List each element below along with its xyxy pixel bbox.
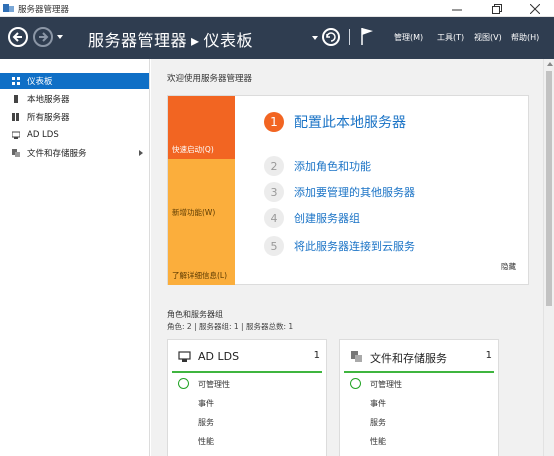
card-row-events[interactable]: 事件: [198, 398, 214, 409]
chevron-right-icon[interactable]: [139, 150, 143, 156]
dashboard-icon: [12, 77, 20, 85]
card-row-manageability[interactable]: 可管理性: [198, 379, 230, 390]
app-header: 服务器管理器 ▸ 仪表板 管理(M) 工具(T) 视图(V) 帮助(H): [0, 17, 554, 59]
sidebar-item-file-storage[interactable]: 文件和存储服务: [0, 145, 149, 161]
header-divider: [349, 29, 350, 45]
ad-lds-icon: [178, 351, 191, 362]
roles-section-title: 角色和服务器组: [167, 310, 223, 319]
status-bar: [172, 371, 322, 373]
menu-help[interactable]: 帮助(H): [511, 32, 539, 43]
card-count: 1: [485, 350, 492, 361]
sidebar-item-ad-lds[interactable]: AD LDS: [0, 127, 149, 143]
window-titlebar: 服务器管理器: [0, 0, 554, 17]
server-icon: [14, 95, 18, 103]
ok-status-icon: [178, 378, 189, 389]
close-icon: [530, 3, 540, 14]
tile-quick-start[interactable]: 快速启动(Q): [168, 96, 235, 159]
arrow-right-icon: [39, 32, 49, 42]
storage-icon: [351, 351, 362, 362]
role-card-ad-lds[interactable]: AD LDS 1 可管理性 事件 服务 性能: [167, 339, 327, 456]
welcome-panel: 快速启动(Q) 新增功能(W) 了解详细信息(L) 1 配置此本地服务器 2 添…: [167, 95, 529, 285]
step-connect-cloud[interactable]: 5 将此服务器连接到云服务: [264, 236, 415, 256]
scrollbar-thumb[interactable]: [546, 71, 552, 306]
card-row-performance[interactable]: 性能: [370, 436, 386, 447]
card-title: AD LDS: [198, 350, 240, 363]
minimize-button[interactable]: [438, 0, 476, 17]
servers-icon: [12, 113, 19, 121]
card-row-manageability[interactable]: 可管理性: [370, 379, 402, 390]
ad-lds-icon: [12, 131, 20, 139]
card-row-services[interactable]: 服务: [370, 417, 386, 428]
ok-status-icon: [350, 378, 361, 389]
breadcrumb-root[interactable]: 服务器管理器: [88, 31, 187, 50]
role-card-file-storage[interactable]: 文件和存储服务 1 可管理性 事件 服务 性能: [339, 339, 499, 456]
refresh-dropdown-icon[interactable]: [312, 36, 318, 40]
step-number: 5: [264, 236, 284, 256]
sidebar-item-local-server[interactable]: 本地服务器: [0, 91, 149, 107]
restore-icon: [492, 3, 502, 14]
forward-button[interactable]: [33, 27, 53, 47]
sidebar-item-label: 本地服务器: [27, 95, 70, 105]
menu-manage[interactable]: 管理(M): [394, 32, 423, 43]
refresh-button[interactable]: [322, 28, 340, 46]
tile-whats-new[interactable]: 新增功能(W): [168, 159, 235, 222]
nav-history-dropdown-icon[interactable]: [57, 35, 63, 39]
tile-label: 了解详细信息(L): [172, 271, 228, 280]
step-number: 1: [264, 112, 284, 132]
server-manager-app-icon: [3, 4, 14, 12]
close-button[interactable]: [516, 0, 554, 17]
sidebar-item-label: AD LDS: [27, 130, 59, 140]
card-row-services[interactable]: 服务: [198, 417, 214, 428]
step-link[interactable]: 添加要管理的其他服务器: [294, 184, 415, 200]
breadcrumb: 服务器管理器 ▸ 仪表板: [88, 27, 253, 51]
tile-learn-more[interactable]: 了解详细信息(L): [168, 222, 235, 285]
sidebar-item-dashboard[interactable]: 仪表板: [0, 73, 149, 89]
card-count: 1: [313, 350, 320, 361]
status-bar: [344, 371, 494, 373]
dashboard-content: 欢迎使用服务器管理器 快速启动(Q) 新增功能(W) 了解详细信息(L) 1 配…: [151, 59, 543, 456]
step-link[interactable]: 创建服务器组: [294, 210, 360, 226]
step-link[interactable]: 将此服务器连接到云服务: [294, 238, 415, 254]
sidebar-item-all-servers[interactable]: 所有服务器: [0, 109, 149, 125]
refresh-icon: [326, 32, 336, 42]
card-row-events[interactable]: 事件: [370, 398, 386, 409]
menu-view[interactable]: 视图(V): [474, 32, 502, 43]
roles-summary: 角色: 2 | 服务器组: 1 | 服务器总数: 1: [167, 322, 294, 331]
welcome-title: 欢迎使用服务器管理器: [167, 74, 253, 84]
step-add-roles[interactable]: 2 添加角色和功能: [264, 156, 371, 176]
sidebar-item-label: 所有服务器: [27, 113, 70, 123]
sidebar-item-label: 仪表板: [27, 77, 53, 87]
arrow-left-icon: [12, 32, 22, 42]
step-link[interactable]: 配置此本地服务器: [294, 112, 406, 132]
step-number: 2: [264, 156, 284, 176]
maximize-button[interactable]: [478, 0, 516, 17]
vertical-scrollbar[interactable]: [543, 59, 554, 456]
tile-label: 新增功能(W): [172, 208, 216, 217]
step-add-servers[interactable]: 3 添加要管理的其他服务器: [264, 182, 415, 202]
tile-label: 快速启动(Q): [172, 145, 214, 154]
card-title: 文件和存储服务: [370, 352, 447, 365]
breadcrumb-separator: ▸: [191, 31, 200, 50]
window-title: 服务器管理器: [18, 5, 70, 15]
storage-icon: [12, 149, 20, 157]
back-button[interactable]: [8, 27, 28, 47]
step-create-server-group[interactable]: 4 创建服务器组: [264, 208, 360, 228]
notifications-flag-icon[interactable]: [360, 27, 374, 45]
breadcrumb-current: 仪表板: [203, 31, 254, 50]
card-row-performance[interactable]: 性能: [198, 436, 214, 447]
menu-tools[interactable]: 工具(T): [437, 32, 464, 43]
minimize-icon: [452, 9, 462, 10]
step-configure-local-server[interactable]: 1 配置此本地服务器: [264, 112, 406, 132]
sidebar-item-label: 文件和存储服务: [27, 149, 87, 159]
sidebar: 仪表板 本地服务器 所有服务器 AD LDS 文件和存储服务: [0, 59, 150, 456]
step-number: 4: [264, 208, 284, 228]
step-number: 3: [264, 182, 284, 202]
hide-link[interactable]: 隐藏: [501, 261, 516, 272]
step-link[interactable]: 添加角色和功能: [294, 158, 371, 174]
scroll-up-icon[interactable]: [547, 62, 553, 66]
